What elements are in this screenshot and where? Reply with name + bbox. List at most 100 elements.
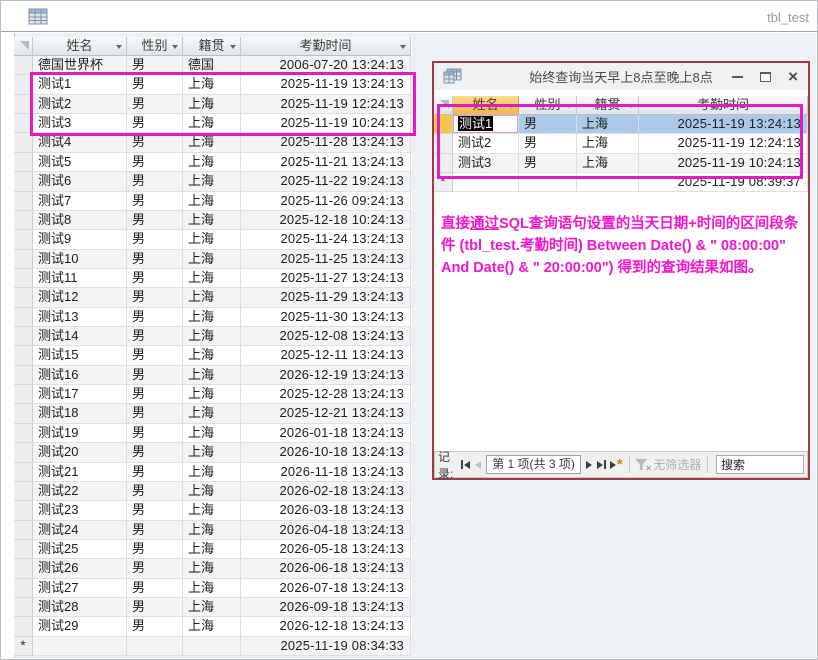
cell[interactable]: 上海 bbox=[183, 385, 241, 404]
cell[interactable]: 测试25 bbox=[33, 540, 127, 559]
cell[interactable]: 男 bbox=[127, 172, 183, 191]
cell[interactable]: 男 bbox=[127, 424, 183, 443]
cell[interactable]: 男 bbox=[127, 308, 183, 327]
cell[interactable]: 上海 bbox=[183, 230, 241, 249]
row-selector[interactable] bbox=[14, 133, 33, 152]
new-record-button[interactable]: * bbox=[610, 457, 623, 473]
cell[interactable]: 测试28 bbox=[33, 598, 127, 617]
cell[interactable]: 2025-12-28 13:24:13 bbox=[241, 385, 411, 404]
previous-record-button[interactable] bbox=[473, 457, 483, 473]
cell[interactable]: 男 bbox=[127, 579, 183, 598]
cell[interactable] bbox=[183, 637, 241, 656]
new-record-selector[interactable]: * bbox=[14, 637, 33, 656]
cell[interactable]: 测试16 bbox=[33, 366, 127, 385]
cell[interactable]: 上海 bbox=[183, 192, 241, 211]
cell[interactable]: 2026-07-18 13:24:13 bbox=[241, 579, 411, 598]
cell[interactable]: 男 bbox=[127, 346, 183, 365]
cell[interactable]: 2025-11-24 13:24:13 bbox=[241, 230, 411, 249]
row-selector[interactable] bbox=[14, 559, 33, 578]
cell[interactable]: 上海 bbox=[183, 404, 241, 423]
cell[interactable]: 上海 bbox=[183, 559, 241, 578]
cell[interactable]: 2025-11-30 13:24:13 bbox=[241, 308, 411, 327]
cell[interactable]: 2025-11-26 09:24:13 bbox=[241, 192, 411, 211]
filter-dropdown-icon[interactable] bbox=[172, 45, 178, 49]
row-selector[interactable] bbox=[14, 250, 33, 269]
cell[interactable]: 测试5 bbox=[33, 153, 127, 172]
cell[interactable]: 男 bbox=[127, 521, 183, 540]
row-selector[interactable] bbox=[14, 501, 33, 520]
cell[interactable]: 2026-06-18 13:24:13 bbox=[241, 559, 411, 578]
filter-dropdown-icon[interactable] bbox=[400, 45, 406, 49]
row-selector[interactable] bbox=[14, 385, 33, 404]
cell[interactable]: 男 bbox=[127, 540, 183, 559]
row-selector[interactable] bbox=[14, 521, 33, 540]
cell[interactable]: 测试19 bbox=[33, 424, 127, 443]
cell[interactable] bbox=[127, 637, 183, 656]
cell[interactable]: 2025-12-11 13:24:13 bbox=[241, 346, 411, 365]
cell[interactable]: 测试9 bbox=[33, 230, 127, 249]
cell[interactable]: 男 bbox=[127, 230, 183, 249]
cell[interactable]: 测试6 bbox=[33, 172, 127, 191]
cell[interactable]: 男 bbox=[127, 385, 183, 404]
cell[interactable]: 2025-11-25 13:24:13 bbox=[241, 250, 411, 269]
record-position-box[interactable]: 第 1 项(共 3 项) bbox=[486, 455, 581, 474]
cell[interactable]: 测试22 bbox=[33, 482, 127, 501]
search-input[interactable] bbox=[716, 455, 804, 474]
cell[interactable]: 测试10 bbox=[33, 250, 127, 269]
cell[interactable]: 测试27 bbox=[33, 579, 127, 598]
cell[interactable]: 男 bbox=[127, 269, 183, 288]
cell[interactable]: 2026-01-18 13:24:13 bbox=[241, 424, 411, 443]
cell[interactable]: 测试29 bbox=[33, 617, 127, 636]
filter-status-button[interactable]: × 无筛选器 bbox=[635, 456, 701, 473]
cell[interactable]: 上海 bbox=[183, 540, 241, 559]
row-selector[interactable] bbox=[14, 540, 33, 559]
cell[interactable]: 上海 bbox=[183, 346, 241, 365]
row-selector[interactable] bbox=[14, 404, 33, 423]
filter-dropdown-icon[interactable] bbox=[230, 45, 236, 49]
column-header[interactable]: 籍贯 bbox=[183, 37, 241, 56]
cell[interactable]: 男 bbox=[127, 617, 183, 636]
cell[interactable]: 2026-02-18 13:24:13 bbox=[241, 482, 411, 501]
cell[interactable]: 测试26 bbox=[33, 559, 127, 578]
cell[interactable]: 测试24 bbox=[33, 521, 127, 540]
cell[interactable]: 2026-10-18 13:24:13 bbox=[241, 443, 411, 462]
cell[interactable]: 2025-11-22 19:24:13 bbox=[241, 172, 411, 191]
cell[interactable]: 男 bbox=[127, 250, 183, 269]
query-window-titlebar[interactable]: 始终查询当天早上8点至晚上8点 × bbox=[434, 63, 808, 90]
cell[interactable]: 男 bbox=[127, 501, 183, 520]
cell[interactable]: 测试8 bbox=[33, 211, 127, 230]
cell[interactable]: 测试23 bbox=[33, 501, 127, 520]
cell[interactable]: 男 bbox=[127, 327, 183, 346]
cell[interactable]: 2026-12-18 13:24:13 bbox=[241, 617, 411, 636]
row-selector[interactable] bbox=[14, 269, 33, 288]
cell[interactable]: 上海 bbox=[183, 153, 241, 172]
cell[interactable]: 男 bbox=[127, 211, 183, 230]
row-selector[interactable] bbox=[14, 346, 33, 365]
row-selector[interactable] bbox=[14, 463, 33, 482]
cell[interactable]: 上海 bbox=[183, 172, 241, 191]
cell[interactable]: 男 bbox=[127, 598, 183, 617]
cell[interactable]: 上海 bbox=[183, 308, 241, 327]
cell[interactable]: 2025-11-27 13:24:13 bbox=[241, 269, 411, 288]
cell[interactable]: 男 bbox=[127, 404, 183, 423]
cell[interactable]: 2025-12-21 13:24:13 bbox=[241, 404, 411, 423]
cell[interactable]: 上海 bbox=[183, 327, 241, 346]
cell[interactable]: 2026-09-18 13:24:13 bbox=[241, 598, 411, 617]
row-selector[interactable] bbox=[14, 579, 33, 598]
cell[interactable]: 2025-11-28 13:24:13 bbox=[241, 133, 411, 152]
row-selector[interactable] bbox=[14, 172, 33, 191]
row-selector[interactable] bbox=[14, 308, 33, 327]
cell[interactable]: 2026-05-18 13:24:13 bbox=[241, 540, 411, 559]
cell[interactable]: 测试13 bbox=[33, 308, 127, 327]
last-record-button[interactable] bbox=[597, 457, 607, 473]
cell[interactable]: 2026-03-18 13:24:13 bbox=[241, 501, 411, 520]
cell[interactable]: 上海 bbox=[183, 482, 241, 501]
row-selector[interactable] bbox=[14, 327, 33, 346]
cell[interactable]: 测试21 bbox=[33, 463, 127, 482]
row-selector[interactable] bbox=[14, 443, 33, 462]
cell[interactable]: 男 bbox=[127, 153, 183, 172]
cell[interactable]: 男 bbox=[127, 463, 183, 482]
column-header[interactable]: 性别 bbox=[127, 37, 183, 56]
minimize-button[interactable] bbox=[732, 76, 743, 78]
select-all-corner[interactable] bbox=[14, 37, 33, 56]
